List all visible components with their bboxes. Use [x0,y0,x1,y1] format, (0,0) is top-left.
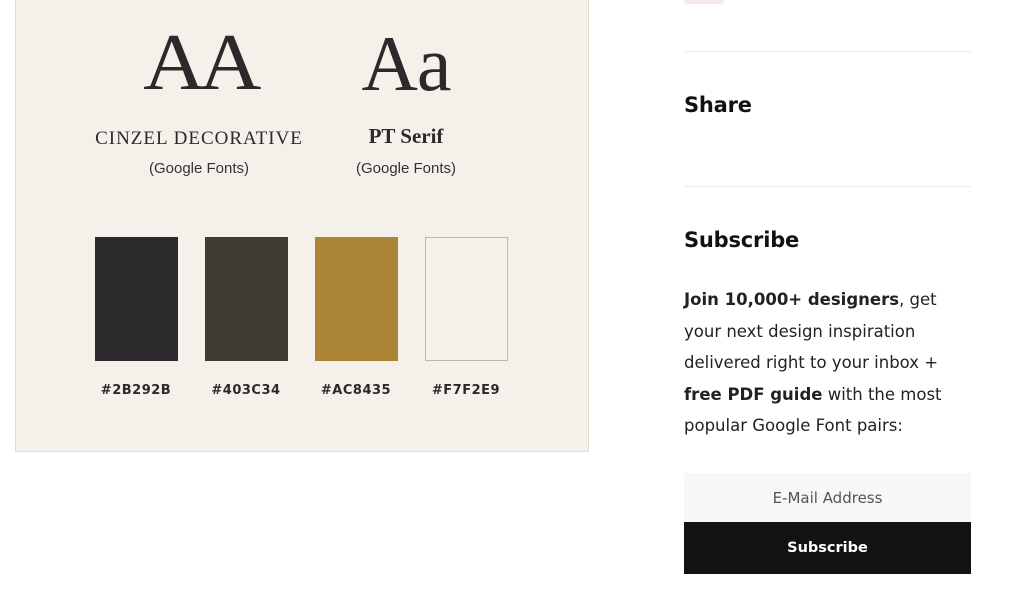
subscribe-bold-guide: free PDF guide [684,384,823,404]
subscribe-bold-audience: Join 10,000+ designers [684,290,900,309]
subscribe-button[interactable]: Subscribe [684,522,971,574]
color-swatch [315,237,398,361]
color-swatch [205,237,288,361]
color-swatch [425,237,508,361]
divider [684,51,971,52]
cinzel-name-text: Cinzel Decorative [95,128,303,149]
subscribe-heading: Subscribe [684,228,800,252]
previous-widget-edge [684,0,724,4]
cinzel-font-source: (Google Fonts) [148,160,250,177]
swatch-hex-label: #F7F2E9 [431,383,501,398]
pt-serif-specimen: Aa [361,20,452,107]
swatch-hex-label: #AC8435 [320,383,392,398]
color-swatch [95,237,178,361]
email-field[interactable] [684,473,971,523]
share-heading: Share [684,93,752,117]
divider [684,186,971,187]
pt-serif-font-source: (Google Fonts) [355,160,457,177]
swatch-hex-label: #403C34 [211,383,281,398]
swatch-hex-label: #2B292B [100,383,172,398]
cinzel-font-name: Cinzel Decorative [79,128,319,150]
font-palette-card: AA Cinzel Decorative (Google Fonts) Aa P… [15,0,589,452]
subscribe-description: Join 10,000+ designers, get your next de… [684,284,971,442]
pt-serif-font-name: PT Serif [368,124,444,148]
